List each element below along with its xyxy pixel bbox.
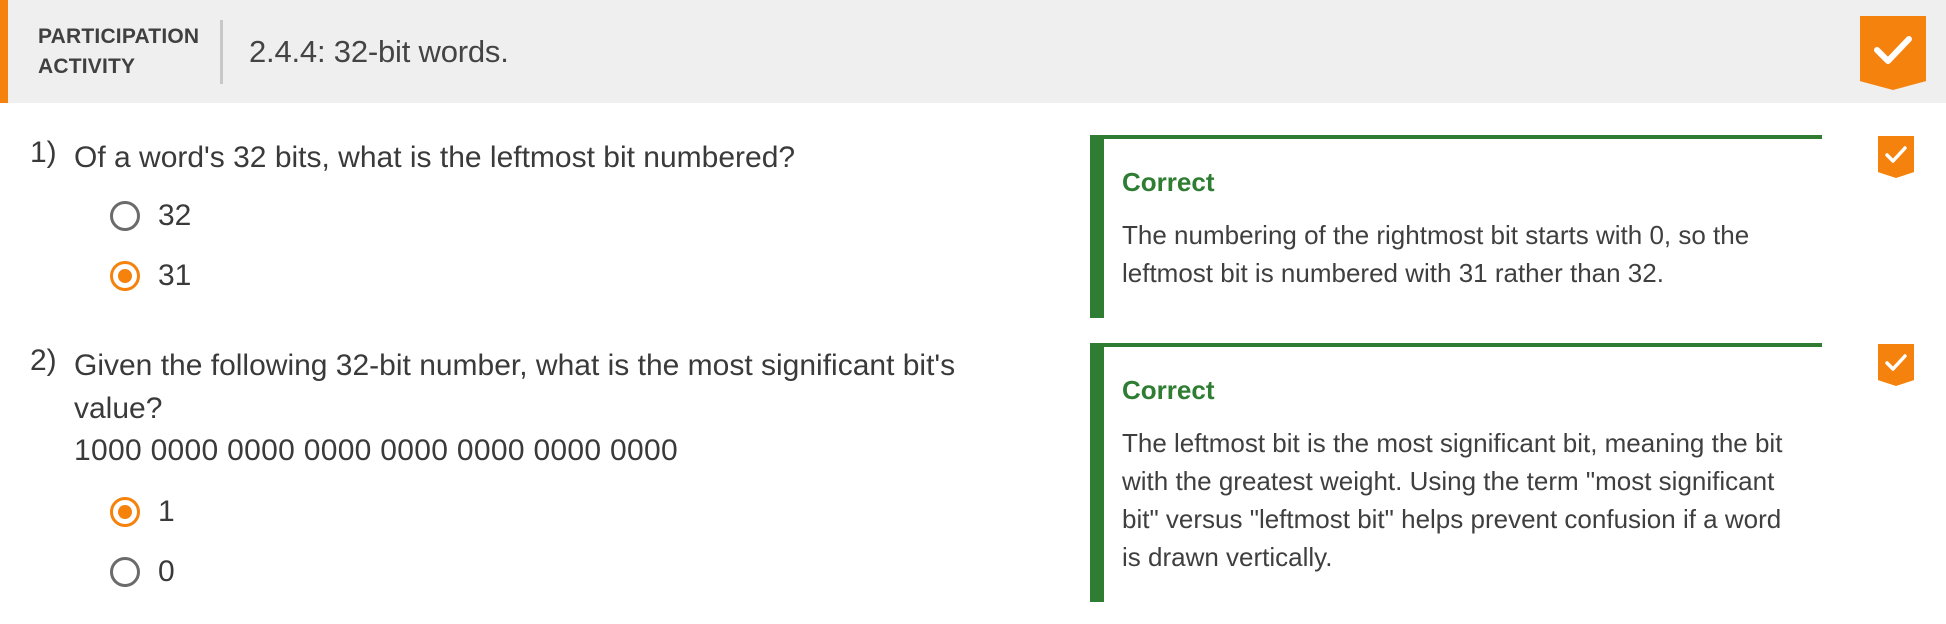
check-icon [1885,354,1907,371]
question-text: Given the following 32-bit number, what … [74,349,956,425]
check-icon [1874,36,1912,64]
answer-label: 32 [158,199,192,232]
question-complete-check-icon [1878,344,1914,386]
feedback-text: The numbering of the rightmost bit start… [1122,220,1750,288]
feedback-title: Correct [1122,167,1215,197]
answer-option-0[interactable]: 0 [110,554,175,590]
answer-label: 0 [158,555,175,588]
feedback-panel: Correct The numbering of the rightmost b… [1090,135,1822,318]
feedback-panel: Correct The leftmost bit is the most sig… [1090,343,1822,602]
binary-number: 1000 0000 0000 0000 0000 0000 0000 0000 [74,434,678,467]
answer-label: 31 [158,259,192,292]
question-complete-check-icon [1878,136,1914,178]
answer-option-1[interactable]: 1 [110,494,175,530]
answer-label: 1 [158,495,175,528]
question-number: 2) [30,344,57,377]
answer-option-32[interactable]: 32 [110,198,191,234]
check-icon [1885,146,1907,163]
activity-header: PARTICIPATION ACTIVITY 2.4.4: 32-bit wor… [0,0,1946,103]
radio-button[interactable] [110,201,140,231]
question-text: Of a word's 32 bits, what is the leftmos… [74,141,796,174]
feedback-text: The leftmost bit is the most significant… [1122,428,1783,572]
question-number: 1) [30,136,57,169]
radio-button-selected[interactable] [110,497,140,527]
radio-button-selected[interactable] [110,261,140,291]
activity-type-label: PARTICIPATION ACTIVITY [38,24,200,78]
activity-complete-check-icon [1860,16,1926,90]
feedback-title: Correct [1122,375,1215,405]
activity-title: 2.4.4: 32-bit words. [249,33,509,69]
answer-option-31[interactable]: 31 [110,258,191,294]
participation-activity: PARTICIPATION ACTIVITY 2.4.4: 32-bit wor… [0,0,1946,624]
radio-button[interactable] [110,557,140,587]
